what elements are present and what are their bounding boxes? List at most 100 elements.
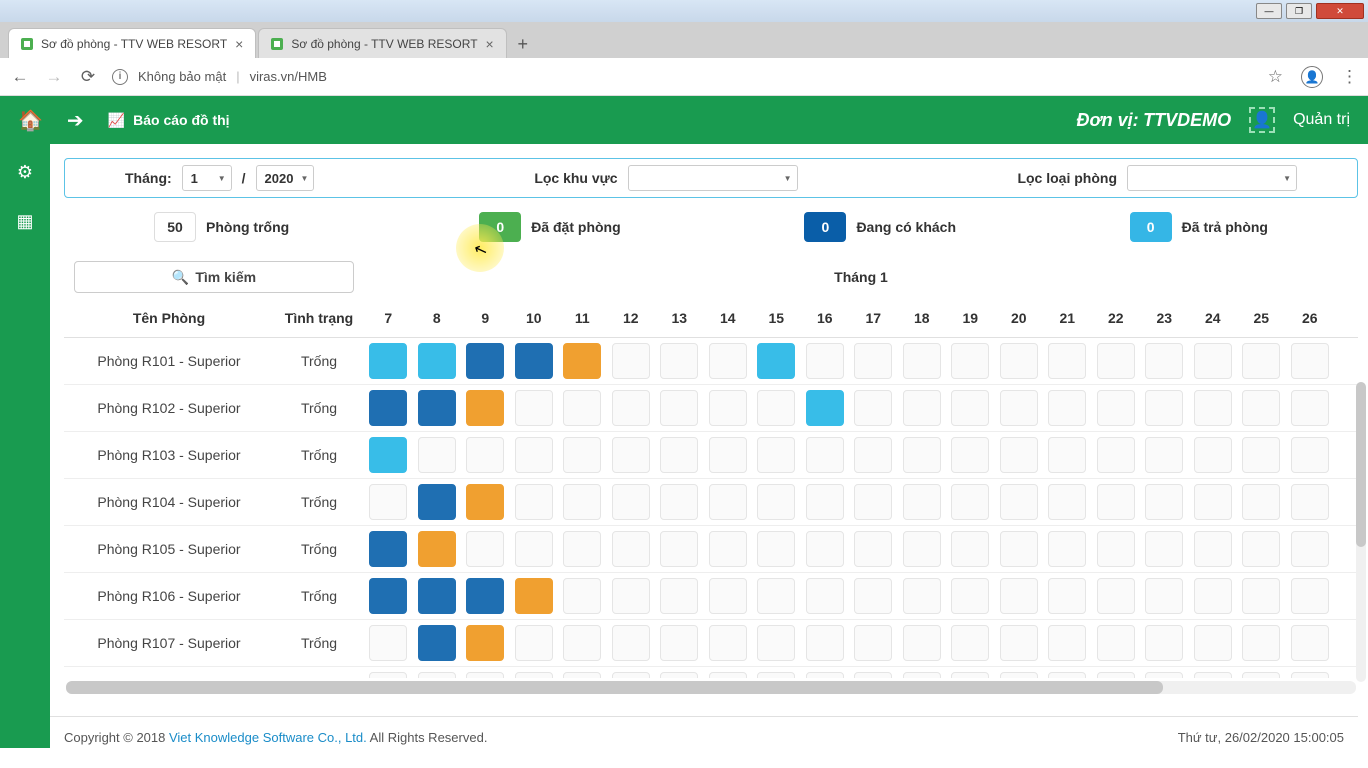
day-cell[interactable]: [461, 620, 510, 667]
day-cell[interactable]: [413, 526, 462, 573]
forward-action-icon[interactable]: ➔: [67, 108, 84, 133]
day-cell[interactable]: [898, 479, 947, 526]
day-cell[interactable]: [510, 667, 559, 679]
day-cell[interactable]: [995, 479, 1044, 526]
day-cell[interactable]: [946, 385, 995, 432]
day-cell[interactable]: [607, 432, 656, 479]
window-close-button[interactable]: ✕: [1316, 3, 1364, 19]
day-cell[interactable]: [849, 620, 898, 667]
day-cell[interactable]: [510, 338, 559, 385]
year-select[interactable]: 2020: [256, 165, 315, 191]
day-cell[interactable]: [364, 620, 413, 667]
day-cell[interactable]: [413, 432, 462, 479]
day-cell[interactable]: [1140, 526, 1189, 573]
day-cell[interactable]: [801, 667, 850, 679]
day-cell[interactable]: [1092, 338, 1141, 385]
day-cell[interactable]: [461, 385, 510, 432]
day-cell[interactable]: [752, 573, 801, 620]
day-cell[interactable]: [752, 338, 801, 385]
day-cell[interactable]: [1237, 338, 1286, 385]
day-cell[interactable]: [607, 573, 656, 620]
day-cell[interactable]: [413, 620, 462, 667]
day-cell[interactable]: [1140, 667, 1189, 679]
day-cell[interactable]: [1237, 385, 1286, 432]
day-cell[interactable]: [364, 385, 413, 432]
day-cell[interactable]: [752, 667, 801, 679]
day-cell[interactable]: [655, 667, 704, 679]
day-cell[interactable]: [558, 432, 607, 479]
day-cell[interactable]: [704, 432, 753, 479]
sidebar-settings-icon[interactable]: ⚙: [17, 162, 33, 183]
day-cell[interactable]: [461, 432, 510, 479]
day-cell[interactable]: [849, 479, 898, 526]
day-cell[interactable]: [461, 479, 510, 526]
day-cell[interactable]: [849, 432, 898, 479]
day-cell[interactable]: [801, 432, 850, 479]
day-cell[interactable]: [510, 620, 559, 667]
search-input[interactable]: 🔍 Tìm kiếm: [74, 261, 354, 293]
day-cell[interactable]: [1286, 667, 1335, 679]
day-cell[interactable]: [1043, 432, 1092, 479]
day-cell[interactable]: [1286, 479, 1335, 526]
day-cell[interactable]: [1237, 432, 1286, 479]
day-cell[interactable]: [995, 338, 1044, 385]
report-chart-link[interactable]: 📈 Báo cáo đồ thị: [108, 112, 230, 129]
day-cell[interactable]: [510, 432, 559, 479]
day-cell[interactable]: [1237, 667, 1286, 679]
day-cell[interactable]: [946, 432, 995, 479]
day-cell[interactable]: [946, 667, 995, 679]
day-cell[interactable]: [1237, 526, 1286, 573]
day-cell[interactable]: [558, 573, 607, 620]
day-cell[interactable]: [752, 432, 801, 479]
tab-close-icon[interactable]: ×: [235, 36, 243, 52]
day-cell[interactable]: [607, 526, 656, 573]
day-cell[interactable]: [510, 526, 559, 573]
day-cell[interactable]: [1237, 479, 1286, 526]
day-cell[interactable]: [1286, 338, 1335, 385]
day-cell[interactable]: [898, 573, 947, 620]
day-cell[interactable]: [1043, 573, 1092, 620]
day-cell[interactable]: [995, 385, 1044, 432]
day-cell[interactable]: [801, 526, 850, 573]
day-cell[interactable]: [704, 667, 753, 679]
horizontal-scrollbar[interactable]: [66, 681, 1356, 694]
day-cell[interactable]: [413, 573, 462, 620]
day-cell[interactable]: [1286, 526, 1335, 573]
profile-icon[interactable]: 👤: [1301, 66, 1323, 88]
day-cell[interactable]: [1043, 526, 1092, 573]
day-cell[interactable]: [364, 573, 413, 620]
day-cell[interactable]: [461, 526, 510, 573]
day-cell[interactable]: [510, 479, 559, 526]
day-cell[interactable]: [1043, 620, 1092, 667]
day-cell[interactable]: [752, 479, 801, 526]
day-cell[interactable]: [849, 526, 898, 573]
back-icon[interactable]: ←: [10, 67, 30, 87]
day-cell[interactable]: [946, 573, 995, 620]
day-cell[interactable]: [461, 338, 510, 385]
day-cell[interactable]: [655, 479, 704, 526]
day-cell[interactable]: [995, 432, 1044, 479]
day-cell[interactable]: [1092, 479, 1141, 526]
day-cell[interactable]: [898, 667, 947, 679]
day-cell[interactable]: [607, 667, 656, 679]
day-cell[interactable]: [1189, 573, 1238, 620]
day-cell[interactable]: [413, 479, 462, 526]
day-cell[interactable]: [1092, 385, 1141, 432]
kebab-menu-icon[interactable]: ⋮: [1341, 67, 1358, 87]
reload-icon[interactable]: ⟳: [78, 67, 98, 87]
day-cell[interactable]: [558, 526, 607, 573]
day-cell[interactable]: [946, 338, 995, 385]
day-cell[interactable]: [849, 573, 898, 620]
browser-tab[interactable]: Sơ đồ phòng - TTV WEB RESORT ×: [258, 28, 506, 58]
day-cell[interactable]: [704, 573, 753, 620]
window-maximize-button[interactable]: ❐: [1286, 3, 1312, 19]
day-cell[interactable]: [801, 573, 850, 620]
day-cell[interactable]: [364, 338, 413, 385]
day-cell[interactable]: [510, 573, 559, 620]
day-cell[interactable]: [704, 479, 753, 526]
day-cell[interactable]: [364, 432, 413, 479]
home-icon[interactable]: 🏠: [18, 108, 43, 133]
day-cell[interactable]: [413, 385, 462, 432]
day-cell[interactable]: [946, 620, 995, 667]
day-cell[interactable]: [704, 620, 753, 667]
